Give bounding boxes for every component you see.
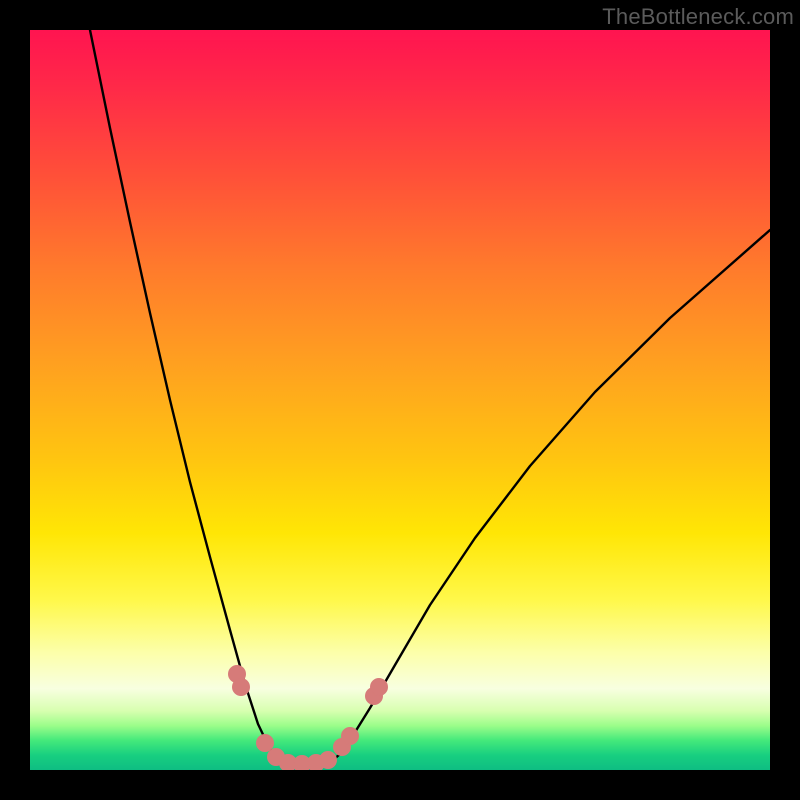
curve-marker — [320, 752, 337, 769]
chart-frame: TheBottleneck.com — [0, 0, 800, 800]
curve-marker — [371, 679, 388, 696]
curve-marker — [233, 679, 250, 696]
curve-marker — [257, 735, 274, 752]
watermark-text: TheBottleneck.com — [602, 4, 794, 30]
curve-layer — [30, 30, 770, 770]
bottleneck-curve — [90, 30, 770, 764]
curve-marker — [342, 728, 359, 745]
plot-area — [30, 30, 770, 770]
